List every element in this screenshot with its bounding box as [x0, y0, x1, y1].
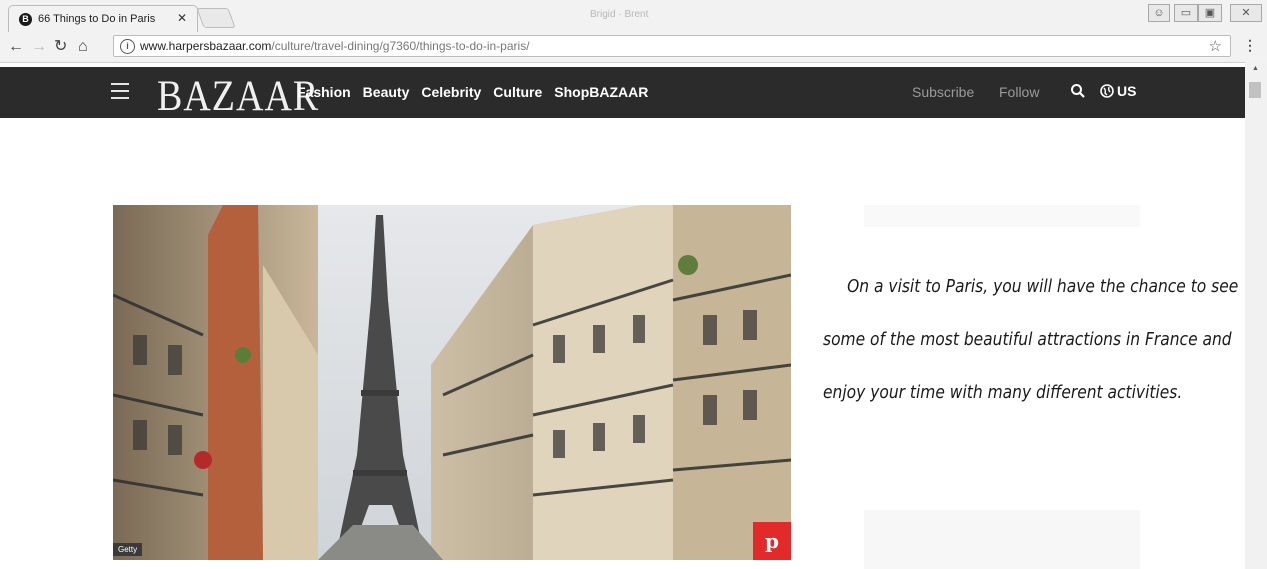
browser-tab[interactable]: B 66 Things to Do in Paris ✕: [8, 5, 198, 33]
nav-link-beauty[interactable]: Beauty: [363, 84, 410, 100]
browser-toolbar: ← → ↻ ⌂ i www.harpersbazaar.com/culture/…: [0, 32, 1267, 63]
ad-slot-bottom: [864, 510, 1140, 569]
site-favicon-icon: B: [19, 13, 32, 26]
nav-link-culture[interactable]: Culture: [493, 84, 542, 100]
intro-paragraph: On a visit to Paris, you will have the c…: [823, 276, 1239, 403]
pinterest-pin-button[interactable]: p: [753, 522, 791, 560]
nav-link-fashion[interactable]: Fashion: [297, 84, 351, 100]
page-scrollbar[interactable]: ▲: [1245, 62, 1267, 569]
reload-icon[interactable]: ↻: [54, 37, 67, 57]
new-tab-button[interactable]: [196, 8, 236, 28]
scroll-up-arrow-icon[interactable]: ▲: [1252, 65, 1259, 72]
profile-icon[interactable]: ☺: [1148, 4, 1170, 22]
scroll-thumb[interactable]: [1249, 82, 1261, 98]
maximize-button[interactable]: ▣: [1198, 4, 1222, 22]
window-title: Brigid · Brent: [590, 9, 649, 20]
close-tab-icon[interactable]: ✕: [177, 11, 187, 25]
forward-arrow-icon[interactable]: →: [31, 37, 47, 57]
article-intro-text: On a visit to Paris, you will have the c…: [823, 260, 1244, 419]
tab-title: 66 Things to Do in Paris: [38, 13, 156, 25]
photo-credit: Getty: [113, 543, 143, 556]
address-bar[interactable]: i www.harpersbazaar.com/culture/travel-d…: [113, 35, 1231, 57]
follow-link[interactable]: Follow: [999, 84, 1039, 100]
minimize-button[interactable]: ▭: [1174, 4, 1198, 22]
home-icon[interactable]: ⌂: [78, 37, 88, 57]
nav-link-celebrity[interactable]: Celebrity: [421, 84, 481, 100]
url-host: www.harpersbazaar.com: [140, 39, 272, 53]
main-nav: Fashion Beauty Celebrity Culture ShopBAZAAR: [297, 84, 660, 102]
url-text[interactable]: www.harpersbazaar.com/culture/travel-din…: [140, 39, 530, 53]
star-icon[interactable]: ☆: [1209, 37, 1222, 55]
bazaar-logo[interactable]: BAZAAR: [157, 73, 319, 119]
ad-slot-top: [864, 205, 1140, 227]
hero-image[interactable]: Getty p: [113, 205, 791, 560]
site-header: BAZAAR Fashion Beauty Celebrity Culture Shop…: [0, 67, 1245, 119]
paris-street-photo: [113, 205, 791, 560]
hamburger-menu-icon[interactable]: [111, 83, 129, 104]
info-icon[interactable]: i: [120, 39, 135, 54]
kebab-menu-icon[interactable]: ⋮: [1243, 37, 1257, 54]
region-selector[interactable]: US: [1117, 83, 1136, 99]
globe-icon[interactable]: [1100, 84, 1114, 98]
back-arrow-icon[interactable]: ←: [8, 37, 24, 57]
subscribe-link[interactable]: Subscribe: [912, 84, 974, 100]
close-window-button[interactable]: ✕: [1230, 4, 1262, 22]
search-icon[interactable]: [1070, 83, 1086, 99]
browser-tabstrip: B 66 Things to Do in Paris ✕ Brigid · Br…: [0, 0, 1267, 33]
nav-link-shopbazaar[interactable]: ShopBAZAAR: [554, 84, 648, 100]
url-path: /culture/travel-dining/g7360/things-to-d…: [271, 39, 530, 53]
